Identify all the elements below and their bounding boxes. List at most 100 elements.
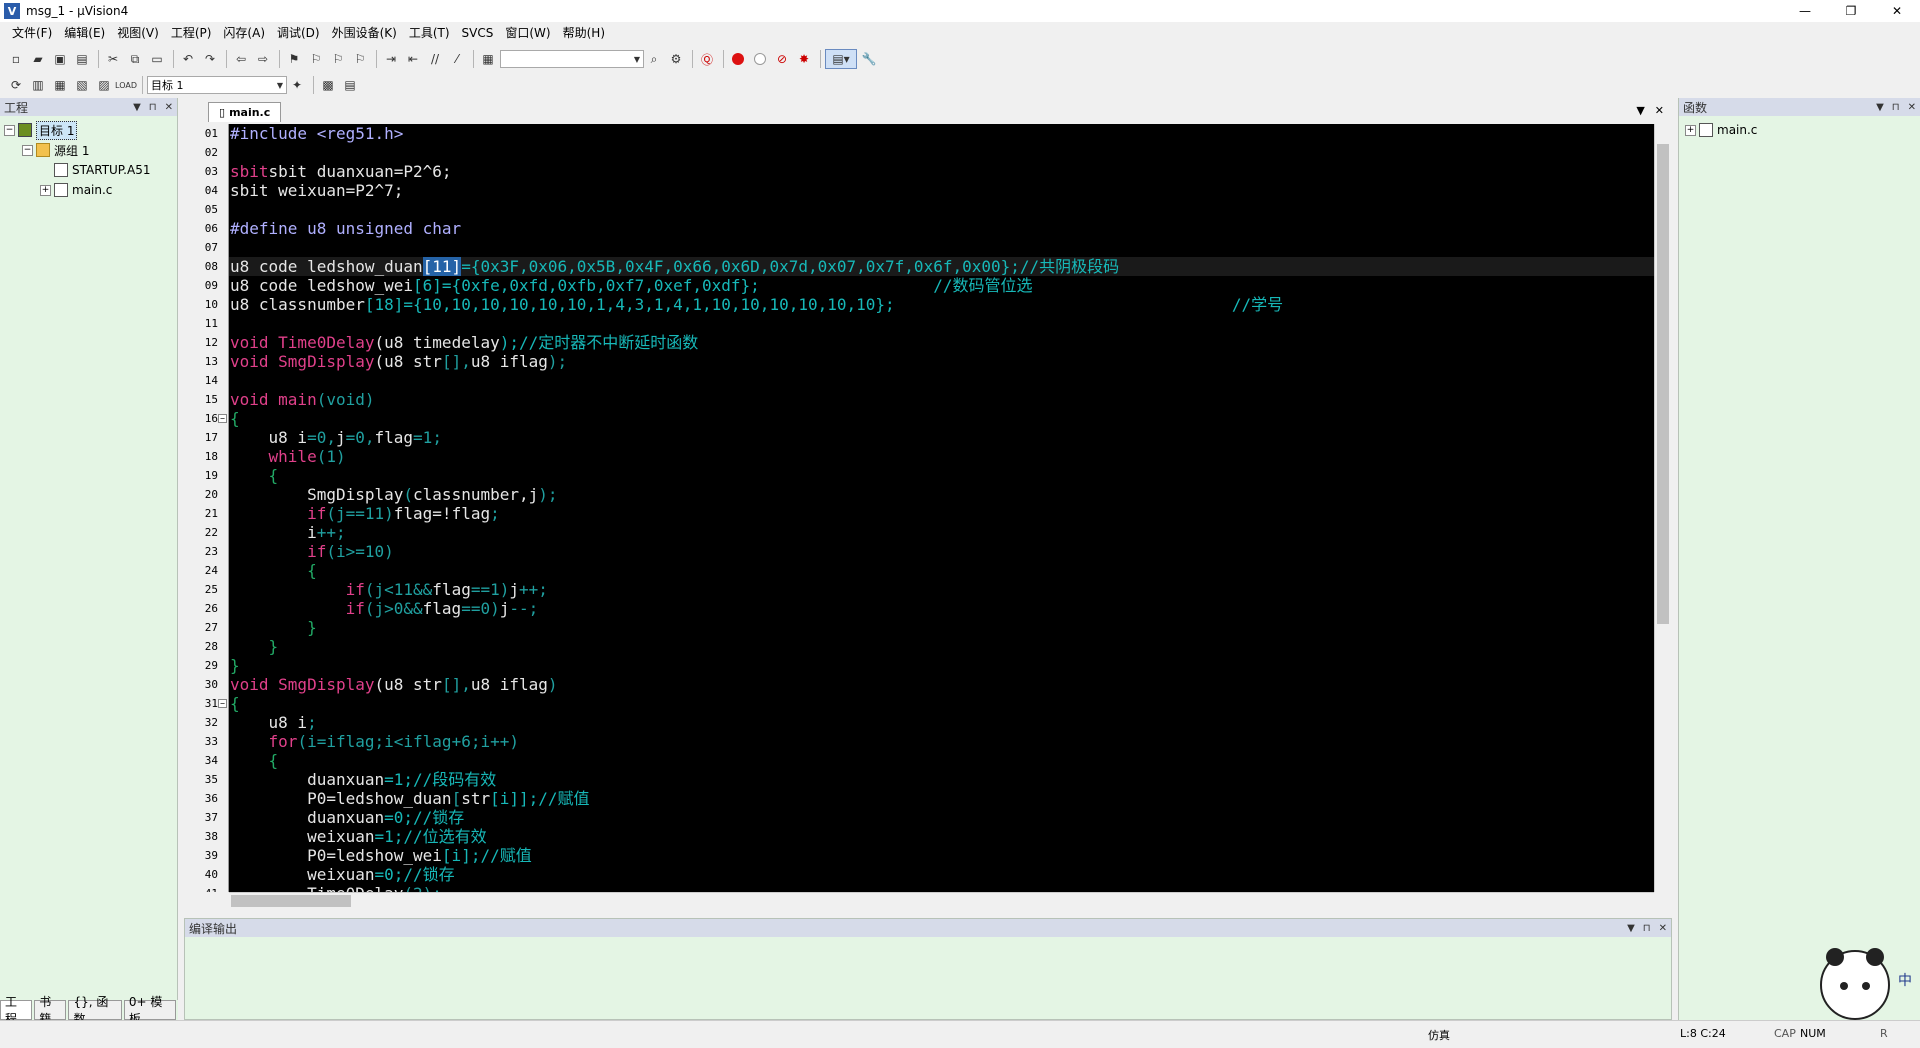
copy-icon[interactable]: ⧉ [125,49,145,69]
project-panel-title: 工程 [4,100,29,115]
menu-window[interactable]: 窗口(W) [499,23,556,43]
maximize-button[interactable]: ❐ [1828,0,1874,22]
scrollbar-thumb[interactable] [231,895,351,907]
dropdown-icon[interactable]: ▼ [1627,923,1635,934]
debug-start-icon[interactable]: Ⓠ [697,49,717,69]
vertical-scrollbar[interactable] [1654,124,1672,892]
menu-file[interactable]: 文件(F) [6,23,58,43]
panda-mascot-icon[interactable] [1820,948,1890,1020]
close-tab-icon[interactable]: ✕ [1655,104,1664,117]
paste-icon[interactable]: ▭ [147,49,167,69]
code-line-current: u8 code ledshow_duan[11]={0x3F,0x06,0x5B… [229,257,1654,276]
open-folder-icon[interactable]: ▰ [28,49,48,69]
expand-icon[interactable]: + [40,184,51,196]
find-in-files-icon[interactable]: ▦ [478,49,498,69]
comment-icon[interactable]: // [425,49,445,69]
tab-project[interactable]: 工程 [0,995,33,1026]
horizontal-scrollbar[interactable] [229,892,1654,909]
breakpoint-clear-icon[interactable]: ⊘ [772,49,792,69]
code-line: u8 i=0,j=0,flag=1; [230,428,442,447]
uncomment-icon[interactable]: ⁄ [447,49,467,69]
line-number: 34 [204,754,218,767]
batch-build-icon[interactable]: ▧ [72,75,92,95]
undo-icon[interactable]: ↶ [178,49,198,69]
code-text[interactable]: #include <reg51.h> sbitsbit duanxuan=P2^… [229,124,1654,892]
window-title: msg_1 - µVision4 [26,4,129,18]
fold-collapse-icon[interactable]: − [218,414,227,423]
close-icon[interactable]: ✕ [165,102,173,113]
window-layout-icon[interactable]: ▤▾ [825,49,857,69]
next-bookmark-icon[interactable]: ⚐ [328,49,348,69]
prev-bookmark-icon[interactable]: ⚐ [306,49,326,69]
close-icon[interactable]: ✕ [1659,923,1667,934]
select-packs-icon[interactable]: ▤ [340,75,360,95]
tab-books[interactable]: 书籍 [34,995,67,1026]
cut-icon[interactable]: ✂ [103,49,123,69]
save-icon[interactable]: ▣ [50,49,70,69]
tree-node-target[interactable]: − 目标 1 [4,120,173,140]
tree-node-file[interactable]: STARTUP.A51 [4,160,173,180]
menu-edit[interactable]: 编辑(E) [58,23,111,43]
configure-icon[interactable]: 🔧 [859,49,879,69]
bookmark-icon[interactable]: ⚑ [284,49,304,69]
translate-icon[interactable]: ⟳ [6,75,26,95]
line-number: 35 [204,773,218,786]
download-icon[interactable]: LOAD [115,75,137,95]
indent-icon[interactable]: ⇥ [381,49,401,69]
menu-flash[interactable]: 闪存(A) [217,23,271,43]
tab-list-icon[interactable]: ▼ [1636,104,1644,117]
unindent-icon[interactable]: ⇤ [403,49,423,69]
new-file-icon[interactable]: ▫ [6,49,26,69]
functions-tree-item[interactable]: + main.c [1685,120,1914,140]
collapse-icon[interactable]: − [4,124,15,136]
tree-node-file[interactable]: + main.c [4,180,173,200]
menu-help[interactable]: 帮助(H) [557,23,611,43]
breakpoint-kill-all-icon[interactable]: ✸ [794,49,814,69]
toolbar-separator [226,50,227,68]
save-all-icon[interactable]: ▤ [72,49,92,69]
tree-node-group[interactable]: − 源组 1 [4,140,173,160]
fold-collapse-icon[interactable]: − [218,699,227,708]
collapse-icon[interactable]: − [22,144,33,156]
line-number: 11 [204,317,218,330]
scrollbar-thumb[interactable] [1657,144,1669,624]
menu-svcs[interactable]: SVCS [456,23,500,43]
target-select[interactable]: 目标 1 ▼ [147,76,287,94]
dropdown-icon[interactable]: ▼ [133,102,141,113]
breakpoint-disable-icon[interactable] [750,49,770,69]
menu-peripherals[interactable]: 外围设备(K) [326,23,403,43]
menu-debug[interactable]: 调试(D) [271,23,326,43]
build-icon[interactable]: ▥ [28,75,48,95]
nav-back-icon[interactable]: ⇦ [231,49,251,69]
code-line: SmgDisplay(classnumber,j); [230,485,558,504]
clear-bookmarks-icon[interactable]: ⚐ [350,49,370,69]
menu-tools[interactable]: 工具(T) [403,23,456,43]
rebuild-icon[interactable]: ▦ [50,75,70,95]
build-output-text[interactable] [185,937,1671,1003]
tab-functions[interactable]: {}, 函数 [68,995,122,1026]
stop-build-icon[interactable]: ▨ [94,75,114,95]
editor-tab-main-c[interactable]: ▯ main.c [208,102,282,122]
nav-forward-icon[interactable]: ⇨ [253,49,273,69]
dropdown-icon[interactable]: ▼ [1876,102,1884,113]
expand-icon[interactable]: + [1685,124,1696,136]
tab-templates[interactable]: 0+ 模板 [123,995,177,1026]
toolbar-separator [279,50,280,68]
menu-project[interactable]: 工程(P) [165,23,218,43]
code-line: duanxuan=0;//锁存 [230,808,465,827]
close-icon[interactable]: ✕ [1908,102,1916,113]
pin-icon[interactable]: ⊓ [1643,923,1651,934]
menu-view[interactable]: 视图(V) [111,23,165,43]
pin-icon[interactable]: ⊓ [1892,102,1900,113]
minimize-button[interactable]: — [1782,0,1828,22]
breakpoint-insert-icon[interactable] [728,49,748,69]
target-options-icon[interactable]: ✦ [287,75,307,95]
close-button[interactable]: ✕ [1874,0,1920,22]
manage-components-icon[interactable]: ▩ [318,75,338,95]
find-icon[interactable]: ⌕ [644,49,664,69]
redo-icon[interactable]: ↷ [200,49,220,69]
find-combo[interactable]: ▼ [500,50,644,68]
pin-icon[interactable]: ⊓ [149,102,157,113]
ime-indicator[interactable]: 中 [1898,970,1912,990]
incremental-find-icon[interactable]: ⚙ [666,49,686,69]
